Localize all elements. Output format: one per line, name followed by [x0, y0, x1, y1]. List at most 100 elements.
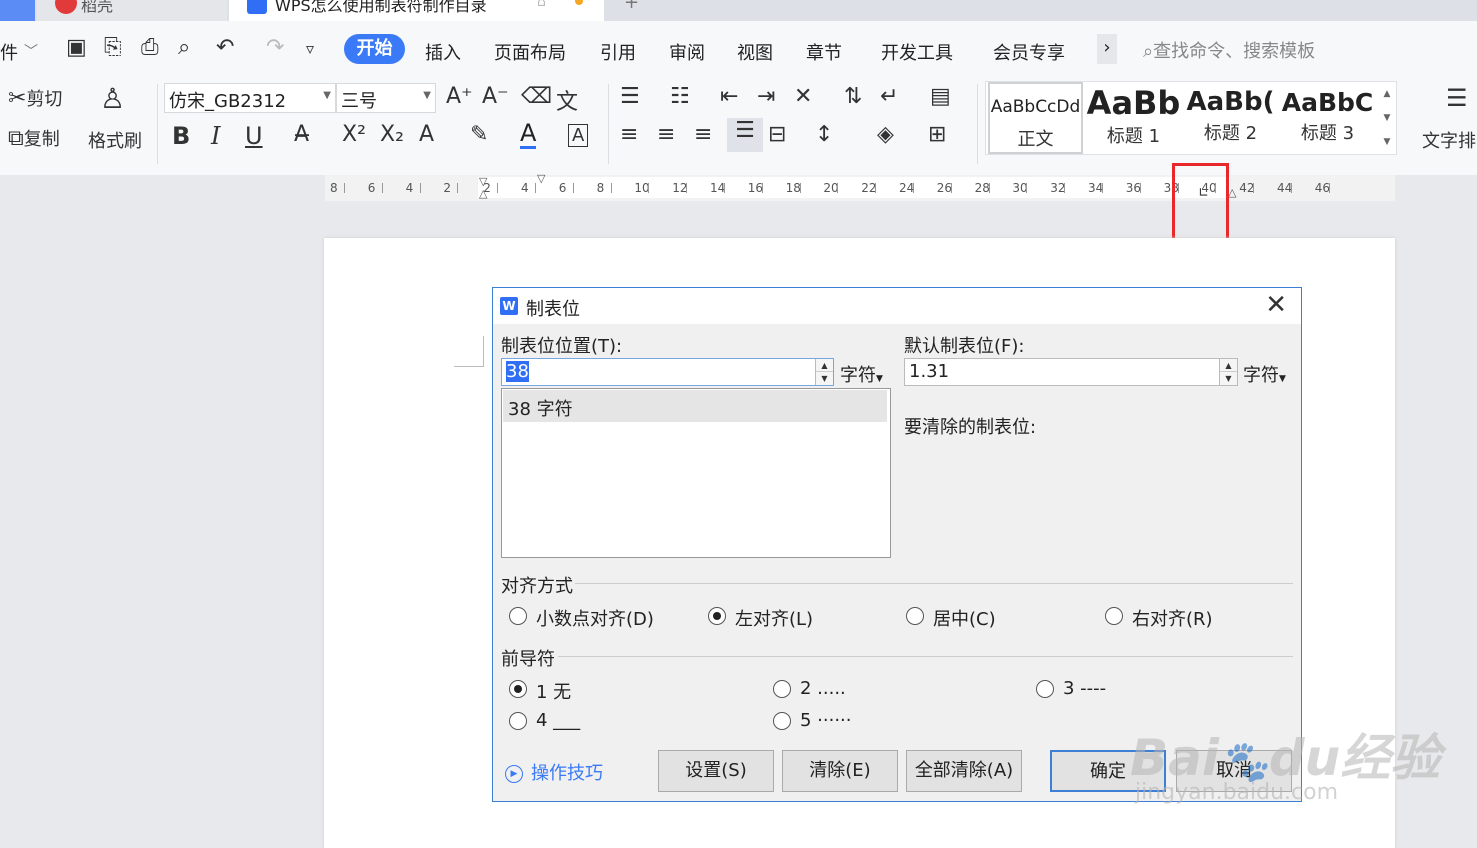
default-tab-unit[interactable]: 字符▼	[1243, 361, 1286, 387]
menu-home[interactable]: 开始	[344, 34, 405, 64]
clear-all-button[interactable]: 全部清除(A)	[906, 750, 1022, 792]
export-icon[interactable]: ⎘	[104, 35, 122, 60]
shading-icon[interactable]: ◈	[877, 122, 894, 147]
clear-button[interactable]: 清除(E)	[782, 750, 898, 792]
leader-dashes-label[interactable]: 3 ----	[1063, 678, 1106, 699]
leader-underline-label[interactable]: 4 ___	[536, 710, 580, 731]
align-center-label[interactable]: 居中(C)	[933, 605, 996, 631]
bold-button[interactable]: B	[172, 122, 190, 150]
list-item[interactable]: 38 字符	[503, 390, 887, 422]
phonetic-icon[interactable]: 文	[556, 84, 578, 116]
numbered-list-icon[interactable]: ☷	[670, 84, 690, 109]
text-layout-icon[interactable]: ☰	[1446, 84, 1468, 112]
leader-middots-label[interactable]: 5 ······	[800, 710, 852, 731]
ruler-toggle-icon[interactable]: ▤	[930, 84, 951, 109]
align-center-radio[interactable]	[906, 607, 924, 625]
menu-insert[interactable]: 插入	[425, 39, 461, 65]
align-right-radio[interactable]	[1105, 607, 1123, 625]
format-painter-icon[interactable]: ♙	[100, 82, 125, 115]
style-normal[interactable]: AaBbCcDd 正文	[988, 82, 1083, 154]
print-preview-icon[interactable]: ⌕	[178, 35, 190, 60]
leader-underline-radio[interactable]	[509, 712, 527, 730]
align-left-icon[interactable]: ≡	[620, 122, 638, 147]
set-button[interactable]: 设置(S)	[658, 750, 774, 792]
format-painter-label[interactable]: 格式刷	[88, 127, 142, 153]
underline-button[interactable]: U	[245, 122, 263, 150]
grow-font-icon[interactable]: A⁺	[446, 84, 473, 109]
save-icon[interactable]: ▣	[66, 35, 87, 60]
line-spacing-icon[interactable]: ↕	[815, 122, 833, 147]
app-home-tab[interactable]	[0, 0, 35, 21]
redo-icon[interactable]: ↷	[266, 35, 284, 60]
style-heading-2[interactable]: AaBb( 标题 2	[1183, 82, 1278, 154]
chevron-down-icon[interactable]: ﹀	[24, 41, 38, 61]
chinese-layout-icon[interactable]: ✕	[794, 84, 812, 109]
superscript-icon[interactable]: X²	[342, 122, 366, 147]
leader-none-label[interactable]: 1 无	[536, 678, 571, 704]
spin-up-icon[interactable]: ▲	[816, 359, 833, 372]
align-decimal-radio[interactable]	[509, 607, 527, 625]
cut-button[interactable]: ✂剪切	[8, 85, 62, 111]
spin-down-icon[interactable]: ▼	[816, 372, 833, 385]
tab-daoke[interactable]: 稻壳	[37, 0, 227, 21]
pin-icon[interactable]: ⌂	[537, 0, 546, 10]
style-heading-3[interactable]: AaBbC 标题 3	[1280, 82, 1375, 154]
char-border-icon[interactable]: A	[568, 124, 589, 147]
default-tab-input[interactable]: 1.31 ▲ ▼	[904, 358, 1238, 386]
sort-icon[interactable]: ⇅	[844, 84, 862, 109]
undo-icon[interactable]: ↶	[216, 35, 234, 60]
align-left-radio[interactable]	[708, 607, 726, 625]
justify-icon[interactable]: ☰	[727, 118, 763, 152]
leader-none-radio[interactable]	[509, 680, 527, 698]
font-name-select[interactable]: 仿宋_GB2312 ▼	[164, 83, 336, 113]
menu-section[interactable]: 章节	[806, 39, 842, 65]
align-right-icon[interactable]: ≡	[694, 122, 712, 147]
copy-button[interactable]: ⧉复制	[8, 125, 60, 151]
menu-review[interactable]: 审阅	[669, 39, 705, 65]
bullet-list-icon[interactable]: ☰	[620, 84, 640, 109]
italic-button[interactable]: I	[211, 122, 220, 150]
subscript-icon[interactable]: X₂	[380, 122, 404, 147]
leader-middots-radio[interactable]	[773, 712, 791, 730]
menu-page-layout[interactable]: 页面布局	[494, 39, 566, 65]
text-effect-icon[interactable]: A	[419, 122, 434, 147]
text-layout-label[interactable]: 文字排	[1422, 127, 1476, 153]
increase-indent-icon[interactable]: ⇥	[757, 84, 775, 109]
distributed-icon[interactable]: ⊟	[768, 122, 786, 147]
show-marks-icon[interactable]: ↵	[880, 84, 898, 109]
tab-document[interactable]: WPS怎么使用制表符制作目录 ⌂	[229, 0, 604, 21]
leader-dots-radio[interactable]	[773, 680, 791, 698]
font-size-select[interactable]: 三号 ▼	[336, 83, 436, 113]
dialog-title-bar[interactable]: W 制表位 ✕	[493, 288, 1301, 324]
menu-file[interactable]: 件	[0, 39, 18, 65]
menu-more-button[interactable]: ›	[1097, 34, 1117, 64]
style-heading-1[interactable]: AaBb 标题 1	[1086, 82, 1181, 154]
close-icon[interactable]: ✕	[1265, 290, 1287, 320]
menu-member[interactable]: 会员专享	[993, 39, 1065, 65]
spin-down-icon[interactable]: ▼	[1220, 372, 1237, 385]
borders-icon[interactable]: ⊞	[928, 122, 946, 147]
leader-dots-label[interactable]: 2 .....	[800, 678, 846, 699]
customize-icon[interactable]: ▿	[306, 39, 314, 58]
strikethrough-icon[interactable]: A̶	[294, 122, 309, 147]
new-tab-button[interactable]: +	[624, 0, 639, 13]
tab-position-spinner[interactable]: ▲ ▼	[815, 359, 833, 385]
print-icon[interactable]: ⎙	[141, 35, 159, 60]
default-tab-spinner[interactable]: ▲ ▼	[1219, 359, 1237, 385]
font-color-icon[interactable]: A	[520, 120, 537, 149]
decrease-indent-icon[interactable]: ⇤	[720, 84, 738, 109]
tab-position-input[interactable]: 38 ▲ ▼	[501, 358, 834, 386]
menu-developer[interactable]: 开发工具	[881, 39, 953, 65]
tab-stop-list[interactable]: 38 字符	[501, 388, 891, 558]
tips-link[interactable]: ▶ 操作技巧	[505, 759, 603, 785]
align-left-label[interactable]: 左对齐(L)	[735, 605, 813, 631]
leader-dashes-radio[interactable]	[1036, 680, 1054, 698]
align-right-label[interactable]: 右对齐(R)	[1132, 605, 1213, 631]
highlight-icon[interactable]: ✎	[470, 122, 488, 147]
align-center-icon[interactable]: ≡	[657, 122, 675, 147]
menu-view[interactable]: 视图	[737, 39, 773, 65]
menu-references[interactable]: 引用	[600, 39, 636, 65]
search-box[interactable]: ⌕查找命令、搜索模板	[1143, 37, 1315, 63]
spin-up-icon[interactable]: ▲	[1220, 359, 1237, 372]
shrink-font-icon[interactable]: A⁻	[482, 84, 509, 109]
